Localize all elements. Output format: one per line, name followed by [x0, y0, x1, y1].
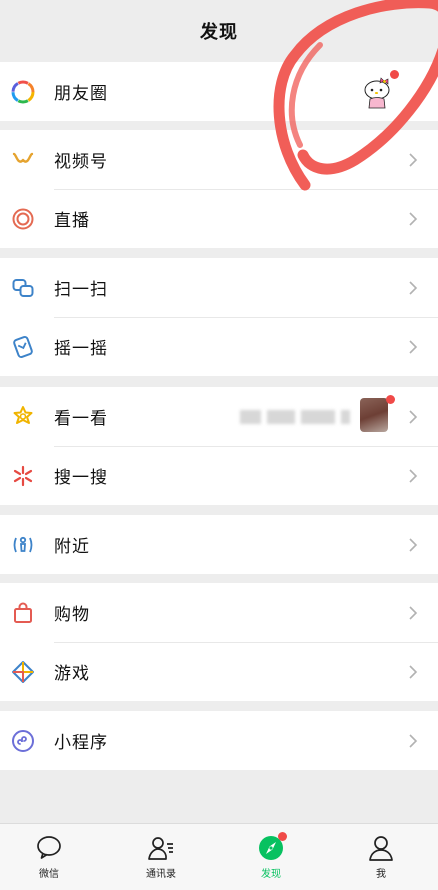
- new-post-badge: [390, 70, 399, 79]
- group-channels: 视频号 直播: [0, 130, 438, 248]
- bottom-tab-bar: 微信 通讯录 发现 我: [0, 823, 438, 890]
- menu-item-label: 附近: [54, 537, 90, 557]
- group-discover: 看一看 搜一搜: [0, 387, 438, 505]
- menu-item-label: 搜一搜: [54, 468, 108, 488]
- tab-label: 通讯录: [146, 869, 176, 880]
- tab-chats[interactable]: 微信: [19, 824, 79, 890]
- shake-icon: [11, 335, 35, 359]
- tab-discover[interactable]: 发现: [241, 824, 301, 890]
- menu-item-shake[interactable]: 摇一摇: [0, 317, 438, 376]
- menu-item-search[interactable]: 搜一搜: [0, 446, 438, 505]
- tab-contacts[interactable]: 通讯录: [131, 824, 191, 890]
- update-badge: [386, 395, 395, 404]
- preview-avatar: [360, 398, 388, 432]
- tab-label: 我: [376, 869, 386, 880]
- menu-item-label: 小程序: [54, 733, 108, 753]
- top-stories-icon: [11, 405, 35, 429]
- chat-bubble-icon: [37, 836, 61, 859]
- chevron-right-icon: [409, 468, 418, 483]
- chevron-right-icon: [409, 605, 418, 620]
- menu-item-mini-programs[interactable]: 小程序: [0, 711, 438, 770]
- chevron-right-icon: [409, 409, 418, 424]
- scan-icon: [11, 276, 35, 300]
- menu-item-channels[interactable]: 视频号: [0, 130, 438, 189]
- group-nearby: 附近: [0, 515, 438, 574]
- shopping-bag-icon: [11, 601, 35, 625]
- menu-item-label: 购物: [54, 605, 90, 625]
- chevron-right-icon: [409, 339, 418, 354]
- group-services: 购物 游戏: [0, 583, 438, 701]
- menu-item-label: 直播: [54, 211, 90, 231]
- menu-item-live[interactable]: 直播: [0, 189, 438, 248]
- tab-label: 发现: [261, 869, 281, 880]
- moments-icon: [11, 80, 35, 104]
- menu-item-label: 扫一扫: [54, 280, 108, 300]
- menu-item-shopping[interactable]: 购物: [0, 583, 438, 642]
- menu-item-label: 视频号: [54, 152, 108, 172]
- live-icon: [11, 207, 35, 231]
- games-icon: [11, 660, 35, 684]
- chevron-right-icon: [409, 664, 418, 679]
- chevron-right-icon: [409, 152, 418, 167]
- menu-item-nearby[interactable]: 附近: [0, 515, 438, 574]
- tab-label: 微信: [39, 869, 59, 880]
- chevron-right-icon: [409, 280, 418, 295]
- menu-item-scan[interactable]: 扫一扫: [0, 258, 438, 317]
- menu-item-label: 摇一摇: [54, 339, 108, 359]
- moments-avatar-thumbnail: [360, 74, 396, 110]
- blurred-preview-text: [240, 410, 350, 424]
- menu-item-label: 看一看: [54, 409, 108, 429]
- group-moments: 朋友圈: [0, 62, 438, 121]
- tab-me[interactable]: 我: [351, 824, 411, 890]
- nearby-icon: [11, 533, 35, 557]
- group-tools: 扫一扫 摇一摇: [0, 258, 438, 376]
- channels-icon: [11, 148, 35, 172]
- page-title: 发现: [200, 22, 238, 43]
- mini-programs-icon: [11, 729, 35, 753]
- menu-item-label: 朋友圈: [54, 84, 108, 104]
- chevron-right-icon: [409, 733, 418, 748]
- group-mini-programs: 小程序: [0, 711, 438, 770]
- menu-item-games[interactable]: 游戏: [0, 642, 438, 701]
- profile-icon: [369, 836, 393, 861]
- contacts-icon: [148, 837, 173, 860]
- menu-item-label: 游戏: [54, 664, 90, 684]
- menu-item-moments[interactable]: 朋友圈: [0, 62, 438, 121]
- top-bar: 发现: [0, 0, 438, 62]
- chevron-right-icon: [409, 211, 418, 226]
- search-icon: [11, 464, 35, 488]
- discover-tab-badge: [278, 832, 287, 841]
- chevron-right-icon: [409, 537, 418, 552]
- menu-item-top-stories[interactable]: 看一看: [0, 387, 438, 446]
